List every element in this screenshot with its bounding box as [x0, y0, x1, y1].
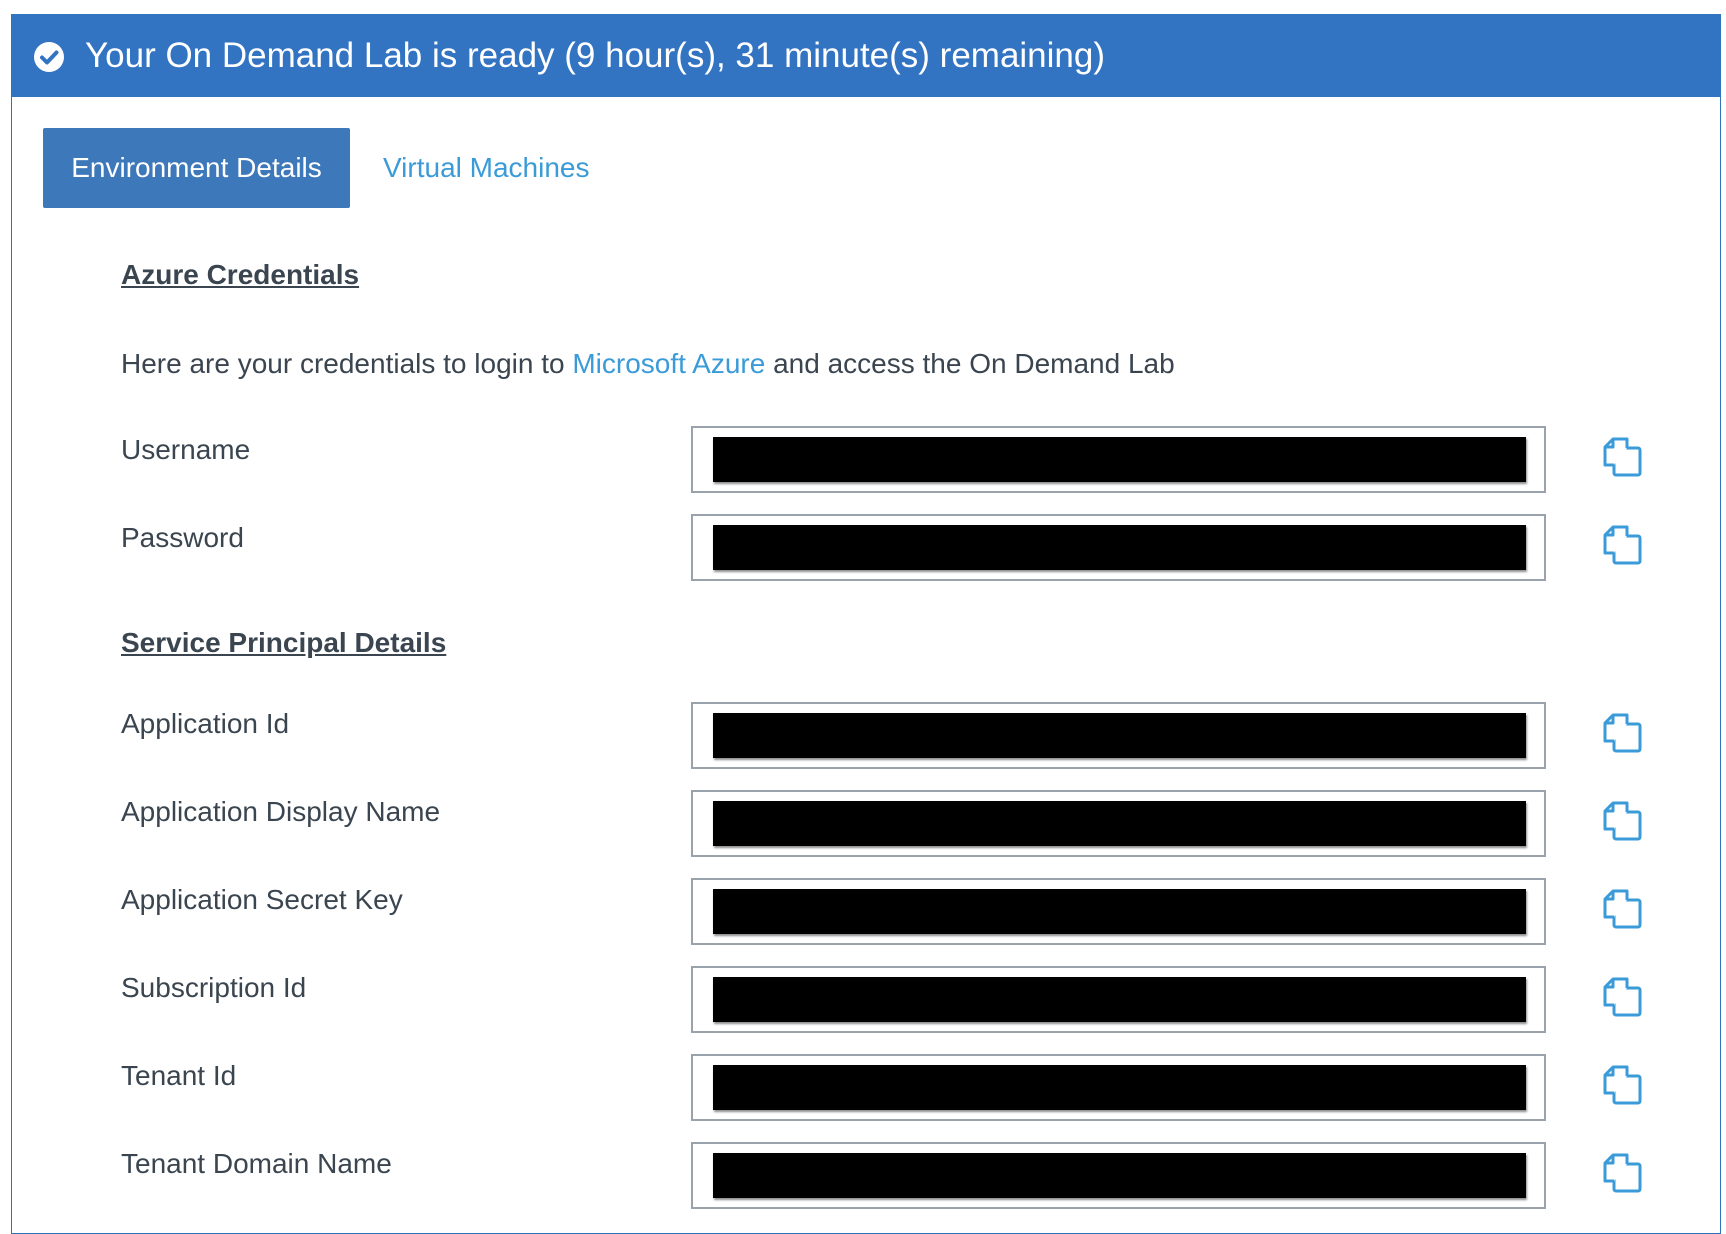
- application-id-label: Application Id: [121, 708, 290, 739]
- tenant-domain-name-field[interactable]: [691, 1142, 1546, 1209]
- copy-application-id-icon[interactable]: [1597, 707, 1649, 759]
- tenant-id-field[interactable]: [691, 1054, 1546, 1121]
- azure-intro-text: Here are your credentials to login to Mi…: [121, 348, 1175, 380]
- azure-credentials-heading: Azure Credentials: [121, 259, 360, 290]
- tenant-id-label: Tenant Id: [121, 1060, 237, 1091]
- username-label: Username: [121, 434, 251, 465]
- intro-text-before: Here are your credentials to login to: [121, 348, 573, 379]
- copy-tenant-domain-name-icon[interactable]: [1597, 1147, 1649, 1199]
- microsoft-azure-link[interactable]: Microsoft Azure: [572, 348, 765, 379]
- application-secret-key-label: Application Secret Key: [121, 884, 403, 915]
- tenant-domain-name-value: [713, 1153, 1526, 1198]
- tenant-domain-name-label: Tenant Domain Name: [121, 1148, 392, 1179]
- application-display-name-field[interactable]: [691, 790, 1546, 857]
- application-secret-key-field[interactable]: [691, 878, 1546, 945]
- check-circle-icon: [34, 42, 64, 72]
- tab-environment-details[interactable]: Environment Details: [43, 128, 350, 208]
- subscription-id-label: Subscription Id: [121, 972, 307, 1003]
- application-display-name-value: [713, 801, 1526, 846]
- copy-application-secret-key-icon[interactable]: [1597, 883, 1649, 935]
- copy-username-icon[interactable]: [1597, 431, 1649, 483]
- copy-password-icon[interactable]: [1597, 519, 1649, 571]
- tenant-id-value: [713, 1065, 1526, 1110]
- copy-application-display-name-icon[interactable]: [1597, 795, 1649, 847]
- intro-text-after: and access the On Demand Lab: [765, 348, 1175, 379]
- subscription-id-field[interactable]: [691, 966, 1546, 1033]
- banner-text: Your On Demand Lab is ready (9 hour(s), …: [85, 36, 1106, 75]
- tab-virtual-machines[interactable]: Virtual Machines: [383, 128, 589, 208]
- password-value: [713, 525, 1526, 570]
- password-field[interactable]: [691, 514, 1546, 581]
- application-display-name-label: Application Display Name: [121, 796, 441, 827]
- application-id-value: [713, 713, 1526, 758]
- lab-panel: Your On Demand Lab is ready (9 hour(s), …: [11, 14, 1721, 1234]
- copy-tenant-id-icon[interactable]: [1597, 1059, 1649, 1111]
- username-field[interactable]: [691, 426, 1546, 493]
- lab-ready-banner: Your On Demand Lab is ready (9 hour(s), …: [12, 15, 1720, 97]
- service-principal-heading: Service Principal Details: [121, 627, 447, 658]
- password-label: Password: [121, 522, 244, 553]
- subscription-id-value: [713, 977, 1526, 1022]
- application-secret-key-value: [713, 889, 1526, 934]
- username-value: [713, 437, 1526, 482]
- copy-subscription-id-icon[interactable]: [1597, 971, 1649, 1023]
- application-id-field[interactable]: [691, 702, 1546, 769]
